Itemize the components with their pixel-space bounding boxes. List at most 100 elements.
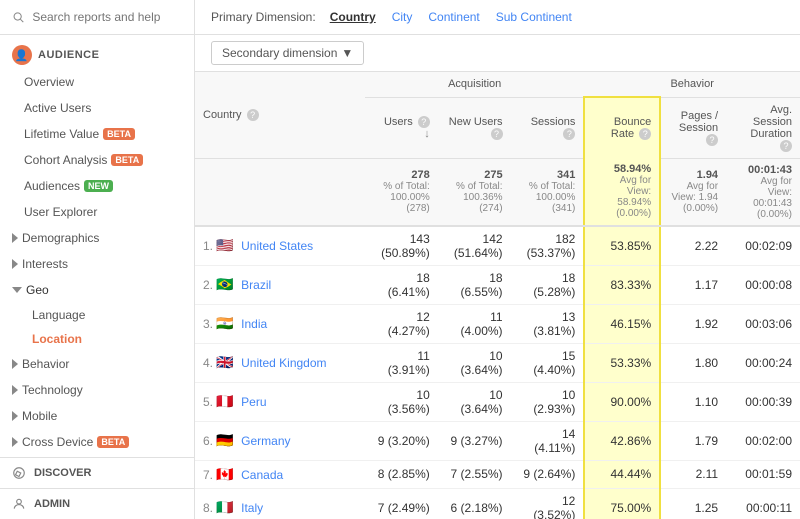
- cell-pages-session-2: 1.92: [660, 304, 726, 343]
- cell-sessions-5: 14 (4.11%): [511, 421, 585, 460]
- sidebar-group-geo[interactable]: Geo: [0, 277, 194, 303]
- cell-bounce-rate-5: 42.86%: [584, 421, 660, 460]
- country-link[interactable]: Italy: [241, 501, 263, 515]
- cell-country-1: 2. 🇧🇷 Brazil: [195, 265, 365, 304]
- flag-icon: 🇧🇷: [216, 276, 233, 292]
- chevron-right-technology: [12, 385, 18, 395]
- cell-pages-session-4: 1.10: [660, 382, 726, 421]
- sidebar-item-active-users[interactable]: Active Users: [0, 95, 194, 121]
- sidebar-item-language[interactable]: Language: [0, 303, 194, 327]
- table-row: 2. 🇧🇷 Brazil 18 (6.41%) 18 (6.55%) 18 (5…: [195, 265, 800, 304]
- country-link[interactable]: Germany: [241, 434, 290, 448]
- help-icon-new-users[interactable]: ?: [491, 128, 503, 140]
- flag-icon: 🇩🇪: [216, 432, 233, 448]
- col-header-sessions[interactable]: Sessions ?: [511, 97, 585, 158]
- sidebar-group-interests[interactable]: Interests: [0, 251, 194, 277]
- discover-section[interactable]: DISCOVER: [0, 457, 194, 488]
- cell-country-0: 1. 🇺🇸 United States: [195, 226, 365, 266]
- cell-bounce-rate-2: 46.15%: [584, 304, 660, 343]
- col-header-avg-session[interactable]: Avg. Session Duration ?: [726, 97, 800, 158]
- cell-avg-session-5: 00:02:00: [726, 421, 800, 460]
- cell-pages-session-3: 1.80: [660, 343, 726, 382]
- cell-users-7: 7 (2.49%): [365, 488, 438, 519]
- tab-sub-continent[interactable]: Sub Continent: [490, 8, 578, 26]
- search-input[interactable]: [32, 10, 182, 24]
- sidebar-item-overview[interactable]: Overview: [0, 69, 194, 95]
- cell-new-users-5: 9 (3.27%): [438, 421, 511, 460]
- tab-continent[interactable]: Continent: [422, 8, 485, 26]
- table-row: 5. 🇵🇪 Peru 10 (3.56%) 10 (3.64%) 10 (2.9…: [195, 382, 800, 421]
- cell-country-6: 7. 🇨🇦 Canada: [195, 460, 365, 488]
- cell-sessions-2: 13 (3.81%): [511, 304, 585, 343]
- help-icon-bounce-rate[interactable]: ?: [639, 128, 651, 140]
- cell-country-3: 4. 🇬🇧 United Kingdom: [195, 343, 365, 382]
- sidebar-group-cross-device[interactable]: Cross Device BETA: [0, 429, 194, 455]
- cell-avg-session-0: 00:02:09: [726, 226, 800, 266]
- col-header-users[interactable]: Users ? ↓: [365, 97, 438, 158]
- cell-users-4: 10 (3.56%): [365, 382, 438, 421]
- secondary-dimension-button[interactable]: Secondary dimension ▼: [211, 41, 364, 65]
- admin-icon: [12, 497, 26, 511]
- cell-country-7: 8. 🇮🇹 Italy: [195, 488, 365, 519]
- cell-bounce-rate-4: 90.00%: [584, 382, 660, 421]
- country-link[interactable]: India: [241, 317, 267, 331]
- sidebar-group-behavior[interactable]: Behavior: [0, 351, 194, 377]
- row-number: 8.: [203, 501, 213, 515]
- cell-avg-session-6: 00:01:59: [726, 460, 800, 488]
- tab-country[interactable]: Country: [324, 8, 382, 26]
- col-header-bounce-rate[interactable]: Bounce Rate ?: [584, 97, 660, 158]
- cell-new-users-4: 10 (3.64%): [438, 382, 511, 421]
- tab-city[interactable]: City: [386, 8, 419, 26]
- sort-arrow-users[interactable]: ↓: [424, 128, 430, 140]
- cell-users-1: 18 (6.41%): [365, 265, 438, 304]
- help-icon-avg-session[interactable]: ?: [780, 140, 792, 152]
- cell-pages-session-0: 2.22: [660, 226, 726, 266]
- badge-beta-cross-device: BETA: [97, 436, 129, 448]
- sidebar-item-audiences[interactable]: Audiences NEW: [0, 173, 194, 199]
- sidebar: 👤 AUDIENCE Overview Active Users Lifetim…: [0, 0, 195, 519]
- totals-country: [195, 158, 365, 226]
- country-link[interactable]: Peru: [241, 395, 266, 409]
- chevron-right-behavior: [12, 359, 18, 369]
- badge-new-audiences: NEW: [84, 180, 113, 192]
- sidebar-item-user-explorer[interactable]: User Explorer: [0, 199, 194, 225]
- cell-avg-session-1: 00:00:08: [726, 265, 800, 304]
- search-icon: [12, 10, 24, 24]
- help-icon-country[interactable]: ?: [247, 109, 259, 121]
- cell-new-users-6: 7 (2.55%): [438, 460, 511, 488]
- admin-section[interactable]: ADMIN: [0, 488, 194, 519]
- cell-avg-session-2: 00:03:06: [726, 304, 800, 343]
- cell-new-users-2: 11 (4.00%): [438, 304, 511, 343]
- col-header-new-users[interactable]: New Users ?: [438, 97, 511, 158]
- country-link[interactable]: Canada: [241, 468, 283, 482]
- cell-sessions-4: 10 (2.93%): [511, 382, 585, 421]
- flag-icon: 🇮🇳: [216, 315, 233, 331]
- audience-icon: 👤: [12, 45, 32, 65]
- search-bar[interactable]: [0, 0, 194, 35]
- cell-avg-session-4: 00:00:39: [726, 382, 800, 421]
- country-link[interactable]: United States: [241, 239, 313, 253]
- cell-users-5: 9 (3.20%): [365, 421, 438, 460]
- table-row: 4. 🇬🇧 United Kingdom 11 (3.91%) 10 (3.64…: [195, 343, 800, 382]
- sidebar-item-location[interactable]: Location: [0, 327, 194, 351]
- col-header-pages-session[interactable]: Pages / Session ?: [660, 97, 726, 158]
- cell-country-2: 3. 🇮🇳 India: [195, 304, 365, 343]
- sidebar-group-mobile[interactable]: Mobile: [0, 403, 194, 429]
- country-link[interactable]: Brazil: [241, 278, 271, 292]
- totals-users: 278 % of Total: 100.00% (278): [365, 158, 438, 226]
- cell-bounce-rate-0: 53.85%: [584, 226, 660, 266]
- help-icon-sessions[interactable]: ?: [563, 128, 575, 140]
- country-link[interactable]: United Kingdom: [241, 356, 326, 370]
- sidebar-item-cohort-analysis[interactable]: Cohort Analysis BETA: [0, 147, 194, 173]
- row-number: 4.: [203, 356, 213, 370]
- row-number: 5.: [203, 395, 213, 409]
- table-row: 6. 🇩🇪 Germany 9 (3.20%) 9 (3.27%) 14 (4.…: [195, 421, 800, 460]
- sidebar-item-lifetime-value[interactable]: Lifetime Value BETA: [0, 121, 194, 147]
- sidebar-group-technology[interactable]: Technology: [0, 377, 194, 403]
- help-icon-pages-session[interactable]: ?: [706, 134, 718, 146]
- sidebar-group-demographics[interactable]: Demographics: [0, 225, 194, 251]
- chevron-right-cross-device: [12, 437, 18, 447]
- chevron-right-mobile: [12, 411, 18, 421]
- cell-avg-session-3: 00:00:24: [726, 343, 800, 382]
- help-icon-users[interactable]: ?: [418, 116, 430, 128]
